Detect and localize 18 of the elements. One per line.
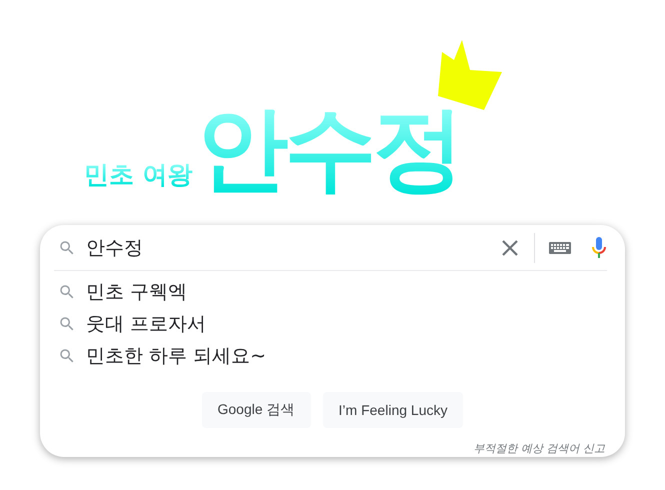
search-field[interactable]: 안수정 [86, 236, 498, 258]
search-button[interactable]: I’m Feeling Lucky [322, 392, 464, 428]
keyboard-icon[interactable] [549, 242, 571, 254]
suggestion-text: 민초한 하루 되세요~ [86, 344, 266, 369]
suggestion-item[interactable]: 민초한 하루 되세요~ [40, 340, 625, 372]
logo-subtitle: 민초 여왕 [84, 162, 193, 187]
search-button[interactable]: Google 검색 [202, 392, 311, 428]
suggestion-item[interactable]: 웃대 프로자서 [40, 308, 625, 340]
suggestion-text: 민초 구웩엑 [86, 280, 188, 305]
report-link[interactable]: 부적절한 예상 검색어 신고 [474, 441, 605, 456]
crown-icon [436, 40, 502, 110]
microphone-icon[interactable] [591, 236, 607, 260]
search-icon [58, 283, 76, 301]
suggestion-item[interactable]: 민초 구웩엑 [40, 276, 625, 308]
search-icon [58, 238, 76, 256]
suggestion-text: 웃대 프로자서 [86, 312, 206, 337]
search-icon [58, 347, 76, 365]
search-icon [58, 315, 76, 333]
